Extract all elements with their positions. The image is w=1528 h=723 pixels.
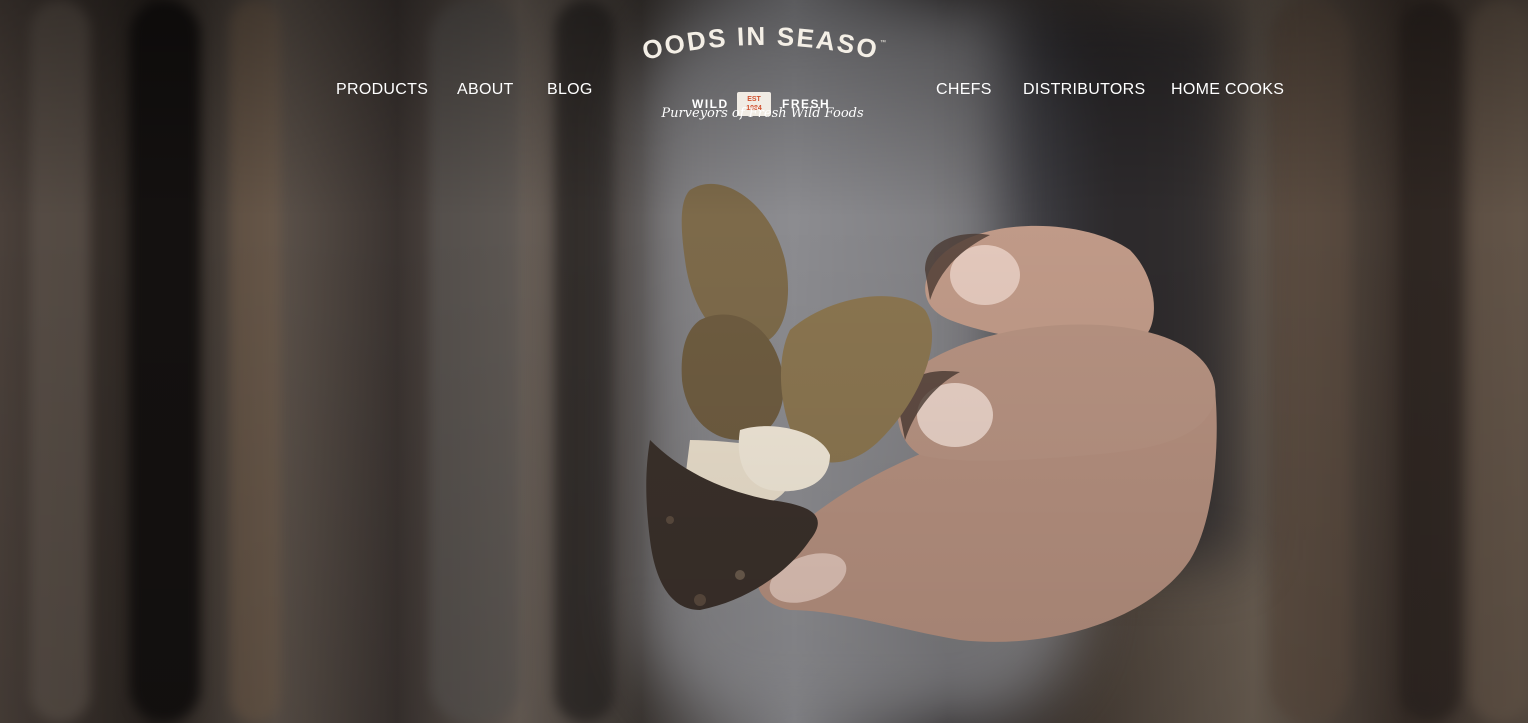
nav-chefs[interactable]: CHEFS	[936, 81, 992, 99]
logo-title: FOODS IN SEASON	[630, 26, 880, 66]
nav-about[interactable]: ABOUT	[457, 81, 514, 99]
logo-wordmark: FOODS IN SEASON ™	[630, 26, 886, 66]
nav-home-cooks[interactable]: HOME COOKS	[1171, 81, 1284, 99]
nav-products[interactable]: PRODUCTS	[336, 81, 428, 99]
nav-blog[interactable]: BLOG	[547, 81, 593, 99]
logo-tagline: Purveyors of Fresh Wild Foods	[661, 106, 864, 121]
site-logo[interactable]: FOODS IN SEASON ™ WILD EST 1984 FRESH Pu…	[630, 26, 895, 126]
logo-trademark: ™	[880, 39, 886, 46]
est-label: EST	[747, 96, 761, 103]
svg-text:FOODS IN SEASON: FOODS IN SEASON	[630, 26, 882, 66]
nav-distributors[interactable]: DISTRIBUTORS	[1023, 81, 1145, 99]
